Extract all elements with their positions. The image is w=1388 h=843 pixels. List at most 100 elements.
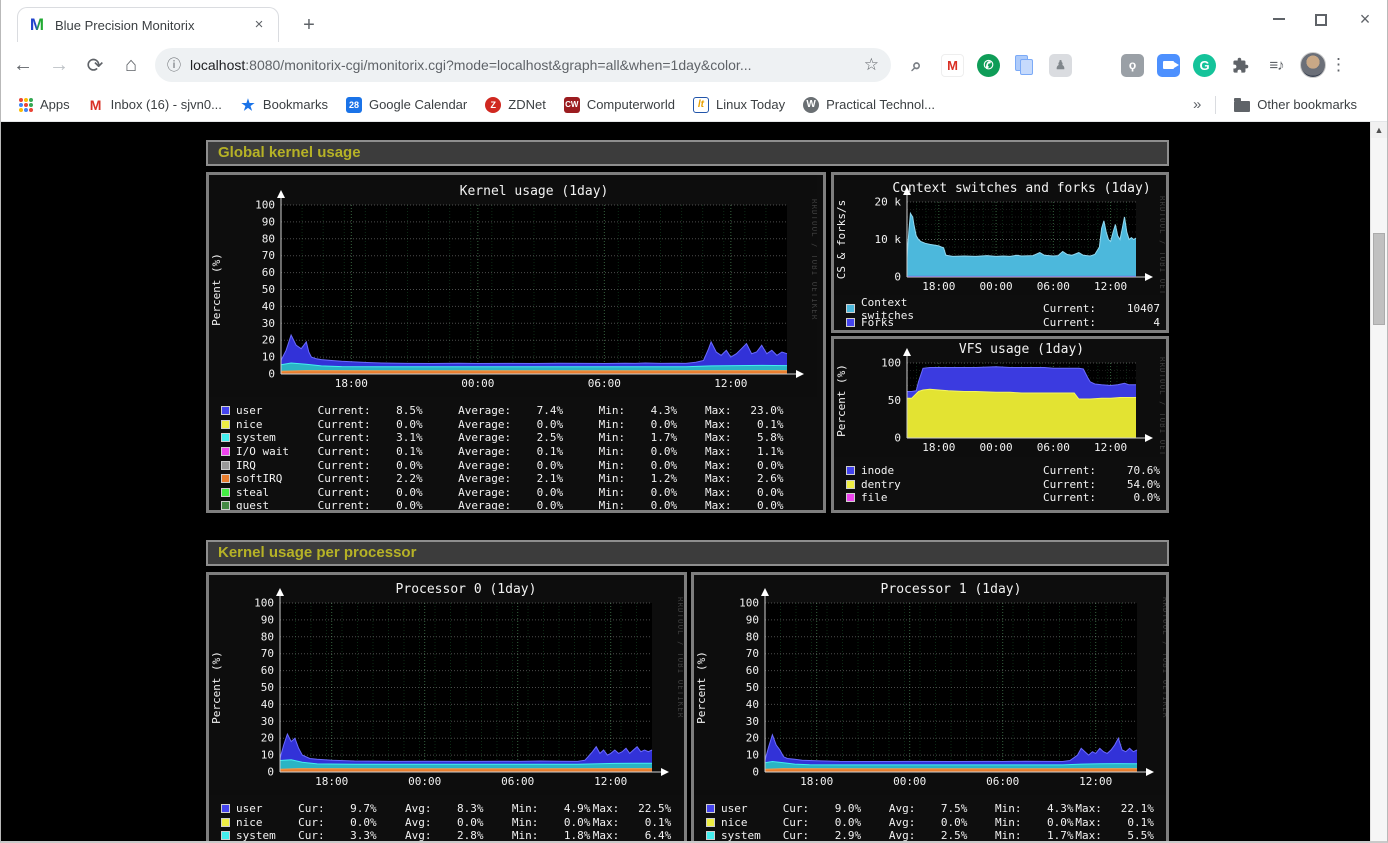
legend-row: userCur:9.7%Avg:8.3%Min:4.9%Max:22.5% (221, 802, 678, 816)
legend-label: steal (236, 486, 318, 499)
vfs-usage-graph[interactable]: VFS usage (1day)RRDTOOL / TOBI OETIKERPe… (834, 339, 1166, 462)
svg-text:50: 50 (888, 394, 901, 407)
context-switches-panel: Context switches and forks (1day)RRDTOOL… (831, 172, 1169, 333)
forward-button[interactable]: → (45, 54, 73, 77)
legend-stat: Current:0.0% (318, 459, 459, 472)
svg-text:40: 40 (746, 698, 759, 711)
context-switches-graph[interactable]: Context switches and forks (1day)RRDTOOL… (834, 175, 1166, 300)
svg-text:70: 70 (262, 249, 275, 262)
meet-camera-icon[interactable] (1157, 54, 1180, 77)
svg-text:10 k: 10 k (875, 233, 902, 246)
close-button[interactable]: × (1357, 12, 1373, 28)
scrollbar-thumb[interactable] (1373, 233, 1385, 325)
svg-text:06:00: 06:00 (501, 775, 534, 788)
svg-text:Percent (%): Percent (%) (695, 651, 708, 724)
processor-0-graph[interactable]: Processor 0 (1day)RRDTOOL / TOBI OETIKER… (209, 575, 684, 800)
bookmark-label: Inbox (16) - sjvn0... (111, 97, 222, 112)
new-tab-button[interactable]: + (297, 14, 321, 38)
tab-title: Blue Precision Monitorix (55, 18, 250, 33)
svg-text:Percent (%): Percent (%) (835, 364, 848, 437)
bookmark-label: Bookmarks (263, 97, 328, 112)
legend-row: softIRQCurrent:2.2%Average:2.1%Min:1.2%M… (221, 472, 817, 486)
bookmark-google-calendar[interactable]: 28 Google Calendar (346, 97, 467, 113)
monitorix-main: Global kernel usage Kernel usage (1day)R… (206, 140, 1169, 841)
puzzle-extensions-icon[interactable] (1229, 54, 1252, 77)
legend-label: IRQ (236, 459, 318, 472)
scrollbar-up-arrow[interactable]: ▲ (1371, 122, 1387, 138)
legend-stat: Current:0.1% (318, 445, 459, 458)
page-scrollbar[interactable]: ▲ (1370, 122, 1387, 841)
legend-stat: Avg:0.0% (405, 816, 512, 829)
search-icon[interactable]: ⌕ (905, 54, 928, 77)
section-header-global-kernel-usage: Global kernel usage (206, 140, 1169, 166)
svg-text:12:00: 12:00 (1079, 775, 1112, 788)
svg-text:90: 90 (746, 613, 759, 626)
library-books-icon[interactable] (1085, 54, 1108, 77)
bookmark-bookmarks[interactable]: ★ Bookmarks (240, 97, 328, 113)
voice-icon[interactable]: ✆ (977, 54, 1000, 77)
legend-stat: Max:0.1% (593, 816, 678, 829)
legend-stat: Max:0.0% (705, 499, 817, 512)
legend-label: system (721, 829, 783, 841)
media-list-icon[interactable]: ≡♪ (1265, 54, 1288, 77)
bookmark-linux-today[interactable]: lt Linux Today (693, 97, 785, 113)
svg-text:0: 0 (894, 271, 901, 284)
home-button[interactable]: ⌂ (117, 54, 145, 77)
bookmark-star-icon[interactable]: ☆ (864, 55, 879, 75)
active-tab[interactable]: M Blue Precision Monitorix × (17, 7, 279, 42)
copy-pages-icon[interactable] (1013, 54, 1036, 77)
bookmark-zdnet[interactable]: Z ZDNet (485, 97, 546, 113)
bookmark-inbox[interactable]: M Inbox (16) - sjvn0... (88, 97, 222, 113)
legend-stat: Max:23.0% (705, 404, 817, 417)
profile-avatar[interactable] (1300, 52, 1326, 78)
legend-label: inode (861, 464, 947, 477)
svg-text:18:00: 18:00 (922, 441, 955, 454)
legend-label: user (236, 404, 318, 417)
url-text[interactable]: localhost:8080/monitorix-cgi/monitorix.c… (190, 57, 856, 73)
svg-text:Processor 1 (1day): Processor 1 (1day) (881, 582, 1022, 597)
legend-row: inode Current:70.6% (846, 464, 1160, 478)
legend-row: fileCurrent:0.0% (846, 491, 1160, 505)
svg-text:0: 0 (268, 368, 275, 381)
person-icon[interactable]: ♟ (1049, 54, 1072, 77)
kernel-usage-graph[interactable]: Kernel usage (1day)RRDTOOL / TOBI OETIKE… (209, 175, 823, 402)
legend-stat: Max:0.1% (705, 418, 817, 431)
bookmark-apps[interactable]: Apps (19, 97, 70, 112)
legend-stat: Average:2.5% (458, 431, 599, 444)
grammarly-icon[interactable]: G (1193, 54, 1216, 77)
bookmark-computerworld[interactable]: CW Computerworld (564, 97, 675, 113)
address-bar[interactable]: ⓘ localhost:8080/monitorix-cgi/monitorix… (155, 48, 891, 82)
legend-row: IRQCurrent:0.0%Average:0.0%Min:0.0%Max:0… (221, 458, 817, 472)
processor-1-graph[interactable]: Processor 1 (1day)RRDTOOL / TOBI OETIKER… (694, 575, 1166, 800)
back-button[interactable]: ← (9, 54, 37, 77)
legend-stat: Current:70.6% (1043, 464, 1160, 477)
svg-text:06:00: 06:00 (1037, 280, 1070, 293)
page-info-icon[interactable]: ⓘ (167, 55, 181, 75)
tab-close-icon[interactable]: × (250, 16, 268, 34)
lightbulb-icon[interactable]: ϙ (1121, 54, 1144, 77)
page-content: Global kernel usage Kernel usage (1day)R… (1, 122, 1387, 841)
browser-menu-icon[interactable]: ⋮ (1330, 55, 1347, 75)
svg-text:10: 10 (261, 749, 274, 762)
legend-stat: Current:0.0% (318, 486, 459, 499)
legend-stat: Cur:9.7% (298, 802, 405, 815)
bookmark-practical-technology[interactable]: W Practical Technol... (803, 97, 935, 113)
minimize-button[interactable] (1273, 12, 1285, 20)
svg-text:20: 20 (262, 334, 275, 347)
other-bookmarks[interactable]: Other bookmarks (1234, 97, 1357, 112)
gmail-icon[interactable]: M (941, 54, 964, 77)
bookmark-label: Computerworld (587, 97, 675, 112)
legend-stat: Avg:7.5% (889, 802, 995, 815)
legend-label: nice (236, 418, 318, 431)
svg-text:50: 50 (746, 681, 759, 694)
reload-button[interactable]: ⟳ (81, 53, 109, 78)
svg-text:00:00: 00:00 (893, 775, 926, 788)
legend-swatch-icon (706, 818, 715, 827)
svg-text:06:00: 06:00 (986, 775, 1019, 788)
svg-text:40: 40 (262, 300, 275, 313)
legend-label: softIRQ (236, 472, 318, 485)
processors-row: Processor 0 (1day)RRDTOOL / TOBI OETIKER… (206, 572, 1169, 841)
maximize-button[interactable] (1315, 14, 1327, 26)
bookmarks-overflow-chevron[interactable]: » (1193, 96, 1201, 113)
url-host: localhost (190, 57, 245, 73)
